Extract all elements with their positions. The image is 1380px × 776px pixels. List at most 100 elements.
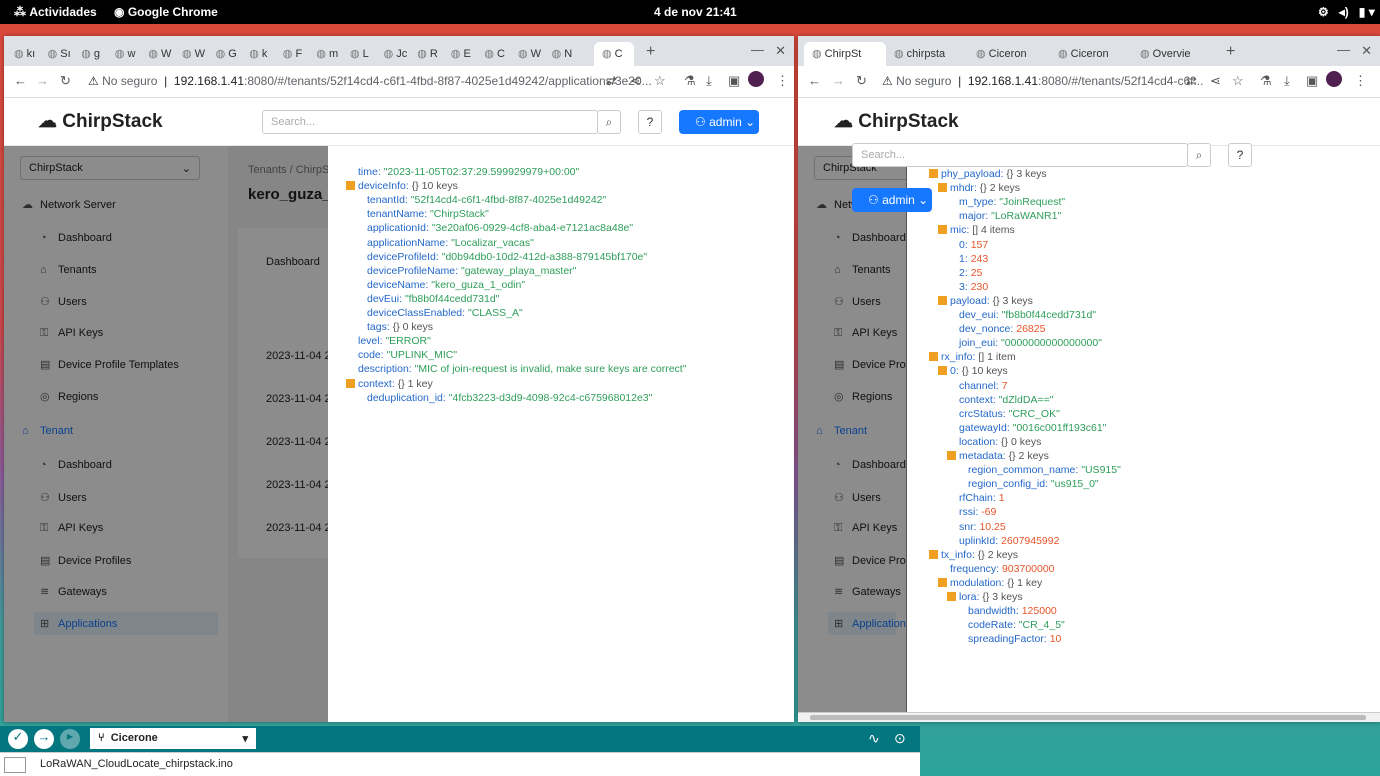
menu-kebab-icon[interactable]: ⋮ [776,73,789,89]
sidebar-backdrop[interactable] [798,146,906,712]
browser-tab[interactable]: ◍ kı [6,42,39,66]
collapse-toggle-icon[interactable] [938,225,947,235]
collapse-toggle-icon[interactable] [947,451,956,460]
collapse-toggle-icon[interactable] [929,549,938,559]
folder-icon[interactable] [4,757,26,773]
url-field-right[interactable]: ⚠ No seguro | 192.168.1.41:8080/#/tenant… [882,74,1203,88]
browser-tab[interactable]: ◍ chirpsta [886,42,968,66]
reload-icon[interactable]: ↻ [60,73,71,89]
sidepanel-icon[interactable]: ▣ [728,73,740,89]
browser-tab[interactable]: ◍ Sı [40,42,73,66]
browser-tab[interactable]: ◍ F [275,42,308,66]
admin-user-button[interactable]: ⚇ admin ⌄ [679,110,759,134]
forward-icon[interactable]: → [832,73,845,88]
browser-tab[interactable]: ◍ Ciceron [968,42,1050,66]
clock[interactable]: 4 de nov 21:41 [654,5,737,19]
collapse-toggle-icon[interactable] [938,183,947,193]
browser-tab[interactable]: ◍ W [510,42,543,66]
browser-tab[interactable]: ◍ W [174,42,207,66]
activities-button[interactable]: ⁂ Actividades [14,5,97,19]
browser-tab[interactable]: ◍ N [544,42,577,66]
upload-icon[interactable]: → [34,729,54,749]
help-button[interactable]: ? [638,110,662,134]
profile-avatar[interactable] [748,71,764,87]
browser-tab[interactable]: ◍ W [140,42,173,66]
chirpstack-logo[interactable]: ☁ ChirpStack [38,110,163,133]
window-close-icon[interactable]: ✕ [1361,43,1372,59]
json-line[interactable]: payload: {} 3 keys [938,295,1033,307]
browser-tab[interactable]: ◍ Overvie [1132,42,1214,66]
browser-tab[interactable]: ◍ Ciceron [1050,42,1132,66]
json-line[interactable]: modulation: {} 1 key [938,577,1042,589]
url-field[interactable]: ⚠ No seguro | 192.168.1.41:8080/#/tenant… [88,74,652,88]
serial-monitor-icon[interactable]: ⊙ [894,730,906,747]
active-app-label[interactable]: ◉ Google Chrome [114,5,218,19]
scrollbar-thumb[interactable] [810,715,1366,720]
browser-tab[interactable]: ◍ C [476,42,509,66]
new-tab-icon[interactable]: + [646,43,655,61]
json-line[interactable]: 0: {} 10 keys [938,365,1008,377]
back-icon[interactable]: ← [808,73,821,88]
browser-tab[interactable]: ◍ k [241,42,274,66]
verify-icon[interactable]: ✓ [8,729,28,749]
search-input-right[interactable]: Search... [852,143,1188,167]
browser-tab[interactable]: ◍ Jc [376,42,409,66]
json-line[interactable]: deviceInfo: {} 10 keys [346,180,458,192]
board-selector[interactable]: ⑂ Cicerone ▾ [90,728,256,749]
collapse-toggle-icon[interactable] [947,592,956,601]
debug-icon[interactable]: ▸ [60,729,80,749]
horizontal-scrollbar[interactable] [798,712,1380,722]
json-line[interactable]: lora: {} 3 keys [947,591,1023,603]
download-icon[interactable]: ⤓ [1284,73,1290,89]
browser-tab[interactable]: ◍ L [342,42,375,66]
collapse-toggle-icon[interactable] [346,181,355,191]
json-line[interactable]: rx_info: [] 1 item [929,351,1016,363]
browser-tab[interactable]: ◍ m [308,42,341,66]
browser-tab[interactable]: ◍ C [594,42,634,66]
download-icon[interactable]: ⤓ [706,73,712,89]
help-button-right[interactable]: ? [1228,143,1252,167]
reload-icon[interactable]: ↻ [856,73,867,89]
window-minimize-icon[interactable]: — [1337,42,1350,57]
browser-tab[interactable]: ◍ G [208,42,241,66]
admin-user-button-right[interactable]: ⚇ admin ⌄ [852,188,932,212]
menu-kebab-icon[interactable]: ⋮ [1354,73,1367,89]
translate-icon[interactable]: ⇄ [1186,73,1197,89]
serial-plotter-icon[interactable]: ∿ [868,730,880,747]
collapse-toggle-icon[interactable] [938,577,947,587]
sidepanel-icon[interactable]: ▣ [1306,73,1318,89]
back-icon[interactable]: ← [14,73,27,88]
collapse-toggle-icon[interactable] [938,295,947,305]
collapse-toggle-icon[interactable] [929,352,938,362]
translate-icon[interactable]: ⇄ [606,73,617,89]
collapse-toggle-icon[interactable] [929,169,938,178]
window-minimize-icon[interactable]: — [751,42,764,57]
json-line[interactable]: context: {} 1 key [346,378,433,390]
collapse-toggle-icon[interactable] [346,378,355,388]
json-line[interactable]: mic: [] 4 items [938,224,1015,236]
share-icon[interactable]: ⋖ [1210,73,1221,89]
collapse-toggle-icon[interactable] [938,366,947,376]
json-line[interactable]: metadata: {} 2 keys [947,450,1049,462]
forward-icon[interactable]: → [36,73,49,88]
modal-backdrop[interactable] [4,146,328,722]
new-tab-icon[interactable]: + [1226,43,1235,61]
bookmark-star-icon[interactable]: ☆ [654,73,666,89]
json-line[interactable]: phy_payload: {} 3 keys [929,168,1047,180]
system-tray-icons[interactable]: ⚙ ◂) ▮ ▾ [1318,5,1375,19]
browser-tab[interactable]: ◍ E [443,42,476,66]
extension-icon[interactable]: ⚗ [684,73,696,89]
bookmark-star-icon[interactable]: ☆ [1232,73,1244,89]
browser-tab[interactable]: ◍ ChirpSt [804,42,886,66]
search-icon[interactable]: ⌕ [1187,143,1211,167]
browser-tab[interactable]: ◍ R [409,42,442,66]
search-input[interactable]: Search... [262,110,598,134]
search-icon[interactable]: ⌕ [597,110,621,134]
share-icon[interactable]: ⋖ [630,73,641,89]
json-line[interactable]: tx_info: {} 2 keys [929,549,1018,561]
chirpstack-logo[interactable]: ☁ ChirpStack [834,110,959,133]
profile-avatar[interactable] [1326,71,1342,87]
sketch-file-tab[interactable]: LoRaWAN_CloudLocate_chirpstack.ino [40,758,233,770]
window-close-icon[interactable]: ✕ [775,43,786,59]
json-line[interactable]: mhdr: {} 2 keys [938,182,1020,194]
